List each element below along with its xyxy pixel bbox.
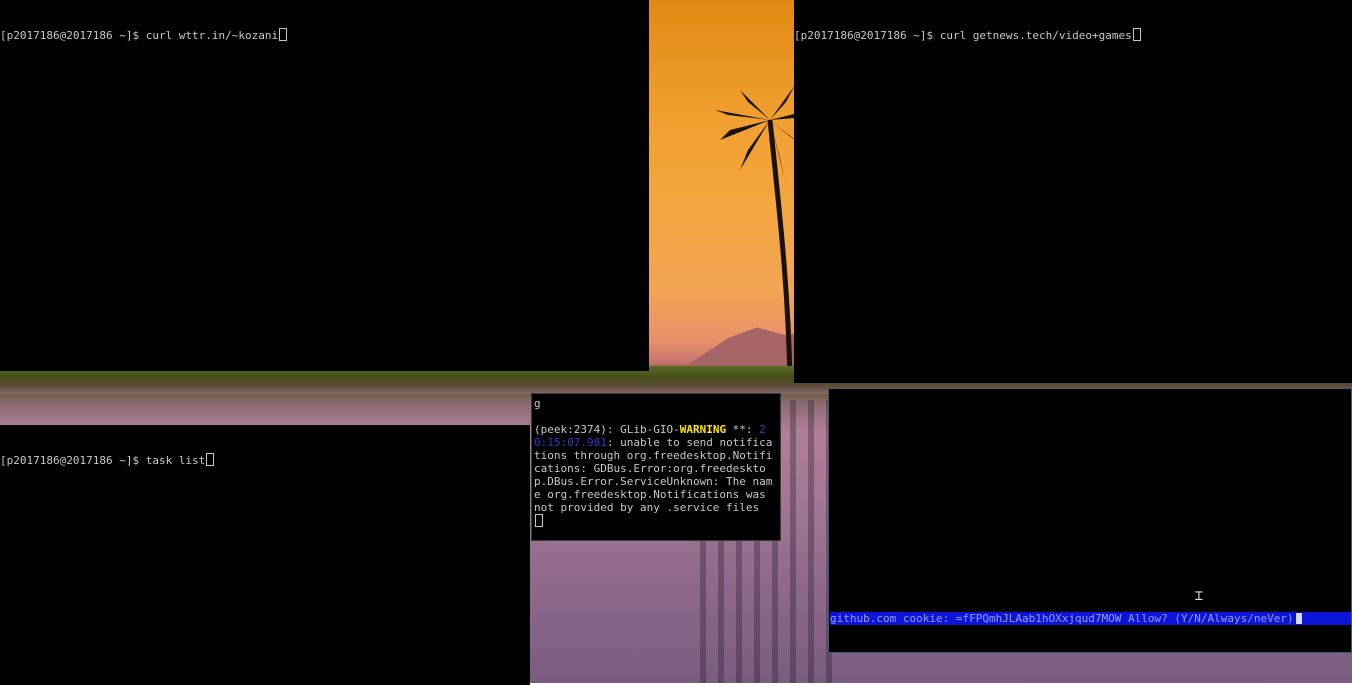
terminal-cursor bbox=[206, 453, 215, 466]
terminal-cursor bbox=[279, 28, 288, 41]
warning-label: WARNING bbox=[679, 423, 727, 436]
text-cursor-icon: ⌶ bbox=[1194, 588, 1204, 604]
prompt-text: [p2017186@2017186 ~]$ curl wttr.in/~koza… bbox=[0, 29, 279, 42]
terminal-cursor bbox=[1132, 28, 1141, 41]
popup-first-line: g bbox=[534, 397, 541, 410]
prompt-text: [p2017186@2017186 ~]$ curl getnews.tech/… bbox=[794, 29, 1132, 42]
warning-message: (peek:2374): GLib-GIO-WARNING **: 20:15:… bbox=[534, 423, 778, 514]
terminal-cursor bbox=[535, 514, 543, 527]
terminal-weather[interactable]: [p2017186@2017186 ~]$ curl wttr.in/~koza… bbox=[0, 0, 649, 371]
prompt-text: [p2017186@2017186 ~]$ task list bbox=[0, 454, 206, 467]
terminal-popup-warning[interactable]: g (peek:2374): GLib-GIO-WARNING **: 20:1… bbox=[531, 393, 781, 541]
cookie-allow-prompt[interactable]: github.com cookie: =fFPQmhJLAab1hOXxjqud… bbox=[830, 612, 1351, 625]
terminal-prompt-line: [p2017186@2017186 ~]$ curl wttr.in/~koza… bbox=[0, 28, 649, 42]
terminal-prompt-line: [p2017186@2017186 ~]$ task list bbox=[0, 453, 530, 467]
terminal-cursor bbox=[1295, 613, 1302, 624]
terminal-news[interactable]: [p2017186@2017186 ~]$ curl getnews.tech/… bbox=[794, 0, 1352, 383]
terminal-prompt-line: [p2017186@2017186 ~]$ curl getnews.tech/… bbox=[794, 28, 1352, 42]
cookie-prompt-text: github.com cookie: =fFPQmhJLAab1hOXxjqud… bbox=[830, 612, 1294, 625]
warning-mid: **: bbox=[726, 423, 760, 436]
warning-prefix: (peek:2374): GLib-GIO- bbox=[534, 423, 680, 436]
terminal-browser-prompt[interactable]: github.com cookie: =fFPQmhJLAab1hOXxjqud… bbox=[828, 388, 1352, 653]
terminal-tasks[interactable]: [p2017186@2017186 ~]$ task list bbox=[0, 425, 530, 685]
